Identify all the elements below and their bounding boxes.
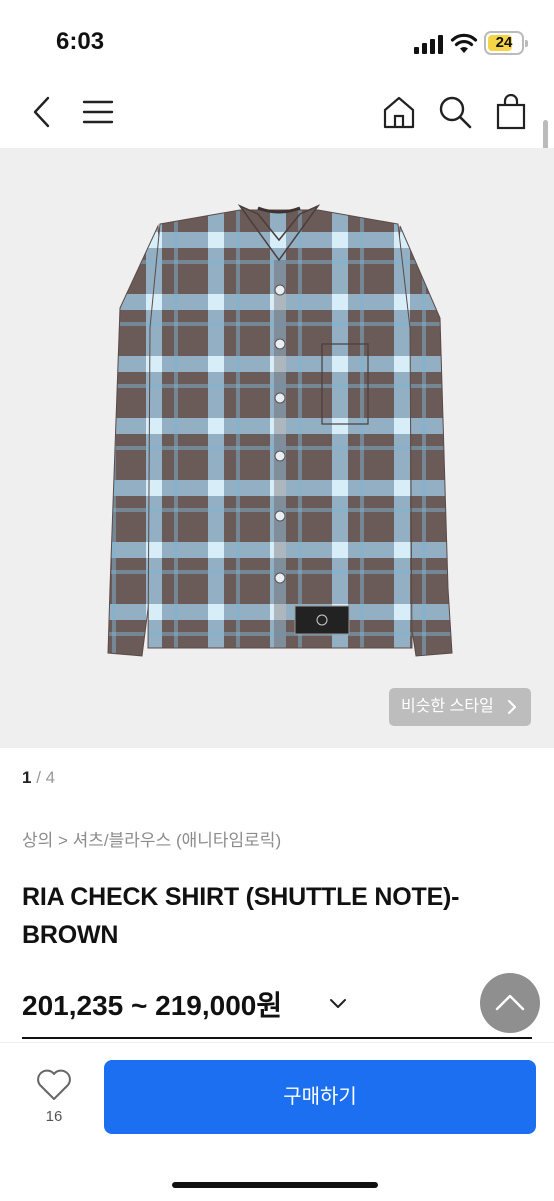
search-icon[interactable] [437, 94, 473, 130]
chevron-up-icon [495, 994, 525, 1011]
battery-level: 24 [495, 34, 513, 51]
scroll-to-top-button[interactable] [480, 973, 540, 1033]
similar-style-label: 비슷한 스타일 [401, 698, 494, 715]
product-price: 201,235 ~ 219,000원 [22, 990, 283, 1021]
chevron-right-icon [508, 700, 516, 714]
pager-total: / 4 [31, 768, 56, 787]
battery-indicator: 24 [484, 31, 528, 55]
status-bar: 6:03 24 [0, 0, 554, 80]
wifi-icon [450, 33, 478, 53]
chevron-left-icon[interactable] [26, 94, 62, 130]
product-image-carousel[interactable] [0, 148, 554, 748]
top-nav [0, 80, 554, 146]
hamburger-icon[interactable] [80, 94, 116, 130]
similar-style-button[interactable]: 비슷한 스타일 [389, 688, 531, 726]
breadcrumb[interactable]: 상의 > 셔츠/블라우스 (애니타임로릭) [22, 826, 281, 851]
product-title: RIA CHECK SHIRT (SHUTTLE NOTE)-BROWN [22, 883, 460, 949]
shopping-bag-icon[interactable] [493, 94, 529, 130]
product-image [107, 204, 453, 657]
home-indicator [172, 1182, 378, 1188]
heart-icon[interactable] [36, 1068, 72, 1102]
buy-button[interactable]: 구매하기 [104, 1060, 536, 1134]
chevron-down-icon[interactable] [329, 998, 347, 1010]
status-time: 6:03 [56, 28, 105, 55]
like-count: 16 [45, 1108, 63, 1125]
home-icon[interactable] [381, 94, 417, 130]
cellular-signal-icon [414, 35, 443, 54]
price-divider [22, 1037, 532, 1039]
image-pager: 1 / 4 [22, 768, 55, 788]
